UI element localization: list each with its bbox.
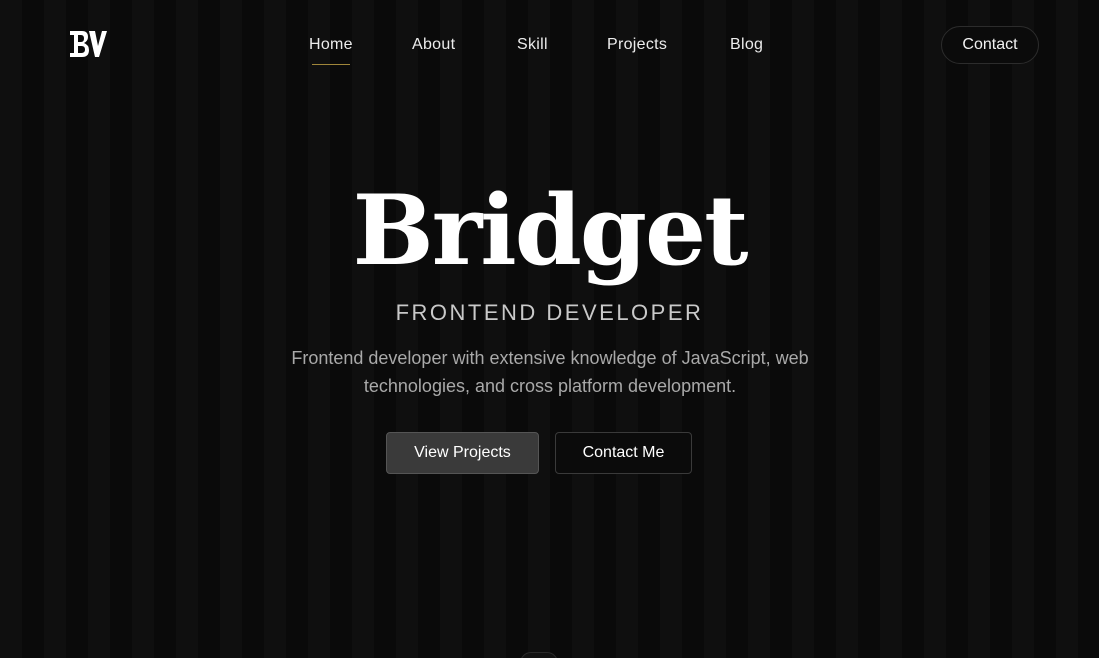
nav-item-projects[interactable]: Projects [607,36,667,54]
view-projects-button[interactable]: View Projects [386,432,539,474]
nav-item-skill[interactable]: Skill [517,36,548,54]
hero-role: FRONTEND DEVELOPER [395,300,704,325]
nav-item-about[interactable]: About [412,36,455,54]
nav-item-blog[interactable]: Blog [730,36,763,54]
main-navigation: Home About Skill Projects Blog [0,36,1099,65]
background-stripes [0,0,1099,658]
contact-me-button[interactable]: Contact Me [555,432,692,474]
hero-description: Frontend developer with extensive knowle… [291,348,809,396]
contact-button[interactable]: Contact [941,26,1039,64]
hero-name: Bridget [352,174,749,287]
scroll-indicator[interactable] [520,652,558,658]
nav-item-home[interactable]: Home [309,36,353,65]
